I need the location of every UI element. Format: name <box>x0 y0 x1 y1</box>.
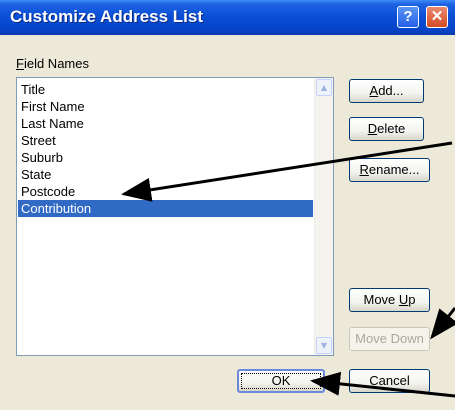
delete-button[interactable]: Delete <box>349 117 424 141</box>
dialog-title: Customize Address List <box>10 7 204 26</box>
vertical-scrollbar[interactable]: ▲ ▼ <box>314 78 333 355</box>
field-names-label-rest: ield Names <box>23 56 89 71</box>
customize-address-list-dialog: Customize Address List ? ✕ Field Names C… <box>0 0 455 410</box>
field-names-label-mnemonic: F <box>16 56 24 71</box>
list-item[interactable]: Suburb <box>18 149 313 166</box>
cancel-button[interactable]: Cancel <box>349 369 430 393</box>
list-item[interactable]: Contribution <box>18 200 313 217</box>
scroll-down-arrow-icon[interactable]: ▼ <box>316 337 332 354</box>
add-button[interactable]: Add... <box>349 79 424 103</box>
rename-button[interactable]: Rename... <box>349 158 430 182</box>
list-item[interactable]: State <box>18 166 313 183</box>
list-item[interactable]: Street <box>18 132 313 149</box>
close-icon[interactable]: ✕ <box>426 6 448 28</box>
field-names-listbox[interactable]: Contribution Postcode State Suburb Street Las… <box>16 77 334 356</box>
help-icon[interactable]: ? <box>397 6 419 28</box>
list-item[interactable]: Title <box>18 81 313 98</box>
field-names-label: Field Names <box>16 56 89 71</box>
ok-button-label: OK <box>271 373 291 388</box>
list-item[interactable]: Postcode <box>18 183 313 200</box>
scroll-up-arrow-icon[interactable]: ▲ <box>316 79 332 96</box>
ok-button[interactable]: OK <box>237 369 325 393</box>
move-down-button[interactable]: Move Down <box>349 327 430 351</box>
list-item[interactable]: Last Name <box>18 115 313 132</box>
move-up-button[interactable]: Move Up <box>349 288 430 312</box>
list-item[interactable]: First Name <box>18 98 313 115</box>
title-bar: Customize Address List ? ✕ <box>0 0 455 35</box>
annotation-arrow-icon <box>430 307 455 340</box>
